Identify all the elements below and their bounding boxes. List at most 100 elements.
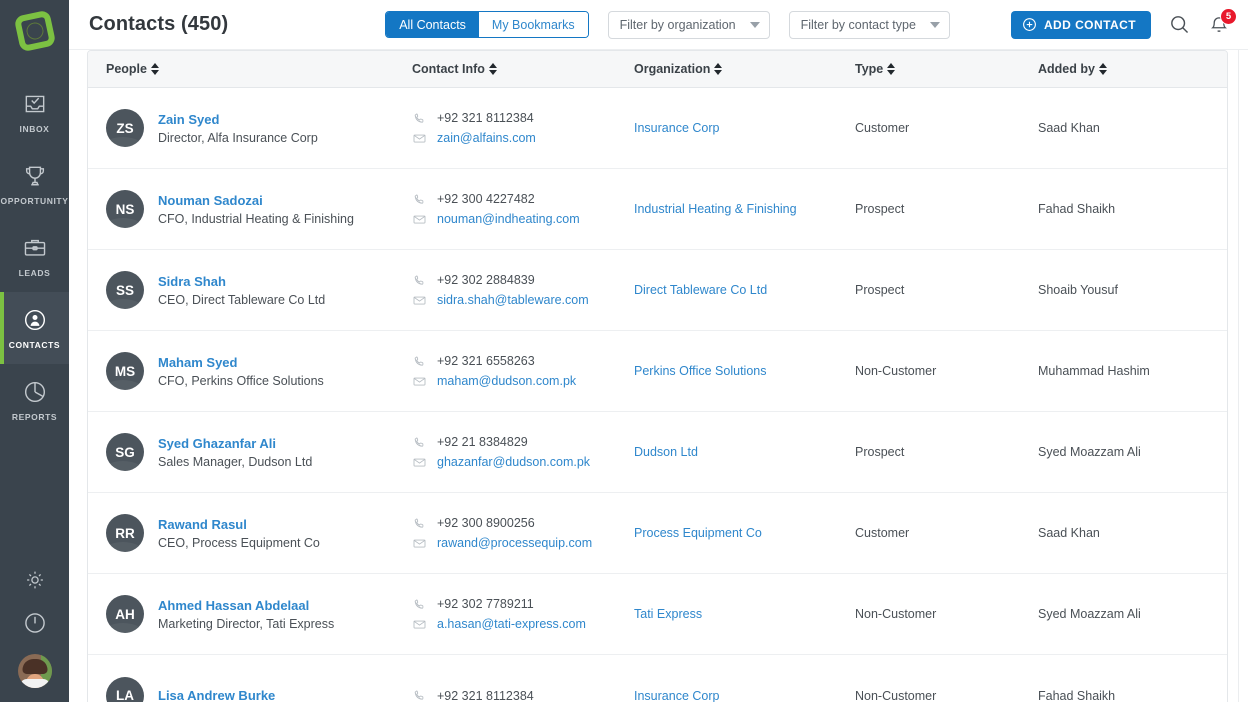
filter-by-organization-select[interactable]: Filter by organization bbox=[607, 10, 770, 39]
cell-added-by: Muhammad Hashim bbox=[1038, 362, 1227, 380]
organization-link[interactable]: Industrial Heating & Finishing bbox=[634, 202, 797, 216]
table-row[interactable]: NS Nouman Sadozai CFO, Industrial Heating … bbox=[88, 169, 1227, 250]
power-icon[interactable] bbox=[22, 610, 48, 636]
contact-email-line[interactable]: ghazanfar@dudson.com.pk bbox=[412, 455, 634, 470]
table-row[interactable]: SG Syed Ghazanfar Ali Sales Manager, Dudso… bbox=[88, 412, 1227, 493]
contact-type: Prospect bbox=[855, 445, 905, 459]
sidebar-item-opportunity[interactable]: OPPORTUNITY bbox=[0, 148, 69, 220]
top-bar: Contacts (450) All Contacts My Bookmarks… bbox=[69, 0, 1248, 50]
avatar-hair bbox=[22, 658, 47, 674]
sidebar-item-reports[interactable]: REPORTS bbox=[0, 364, 69, 436]
contact-name-link[interactable]: Nouman Sadozai bbox=[158, 193, 354, 208]
cell-contact-info: +92 302 2884839 sidra.shah@tableware.com bbox=[412, 273, 634, 308]
contact-email[interactable]: a.hasan@tati-express.com bbox=[437, 617, 586, 631]
cell-type: Customer bbox=[855, 119, 1038, 137]
contact-name-link[interactable]: Lisa Andrew Burke bbox=[158, 688, 275, 702]
tab-all-contacts[interactable]: All Contacts bbox=[386, 12, 479, 37]
contact-person[interactable]: SG Syed Ghazanfar Ali Sales Manager, Dudso… bbox=[106, 433, 412, 471]
phone-icon bbox=[414, 355, 424, 366]
organization-link[interactable]: Insurance Corp bbox=[634, 689, 719, 702]
user-avatar[interactable] bbox=[17, 654, 52, 688]
organization-link[interactable]: Insurance Corp bbox=[634, 121, 719, 135]
envelope-icon bbox=[413, 539, 426, 547]
app-logo[interactable] bbox=[0, 0, 69, 62]
contact-person[interactable]: ZS Zain Syed Director, Alfa Insurance Corp bbox=[106, 109, 412, 147]
contact-name-link[interactable]: Maham Syed bbox=[158, 355, 324, 370]
contact-avatar: RR bbox=[106, 514, 144, 552]
column-header-type[interactable]: Type bbox=[855, 62, 1038, 76]
organization-link[interactable]: Direct Tableware Co Ltd bbox=[634, 283, 767, 297]
contact-email-line[interactable]: maham@dudson.com.pk bbox=[412, 374, 634, 389]
organization-link[interactable]: Perkins Office Solutions bbox=[634, 364, 766, 378]
contact-email[interactable]: ghazanfar@dudson.com.pk bbox=[437, 455, 590, 469]
contact-email[interactable]: maham@dudson.com.pk bbox=[437, 374, 576, 388]
contact-phone: +92 321 8112384 bbox=[437, 688, 534, 702]
briefcase-icon bbox=[24, 239, 45, 256]
table-row[interactable]: SS Sidra Shah CEO, Direct Tableware Co Ltd… bbox=[88, 250, 1227, 331]
chevron-down-icon bbox=[749, 21, 760, 28]
column-header-people[interactable]: People bbox=[88, 62, 412, 76]
contact-person[interactable]: LA Lisa Andrew Burke bbox=[106, 676, 412, 702]
sidebar-item-inbox[interactable]: INBOX bbox=[0, 76, 69, 148]
contact-phone-line[interactable]: +92 300 8900256 bbox=[412, 516, 634, 531]
organization-link[interactable]: Tati Express bbox=[634, 607, 702, 621]
contact-name-link[interactable]: Zain Syed bbox=[158, 112, 318, 127]
table-row[interactable]: LA Lisa Andrew Burke +92 321 8112384 Insura… bbox=[88, 655, 1227, 702]
column-header-organization[interactable]: Organization bbox=[634, 62, 855, 76]
contact-email-line[interactable]: zain@alfains.com bbox=[412, 131, 634, 146]
tab-my-bookmarks[interactable]: My Bookmarks bbox=[478, 12, 588, 37]
cell-contact-info: +92 321 6558263 maham@dudson.com.pk bbox=[412, 354, 634, 389]
contact-identity: Lisa Andrew Burke bbox=[158, 688, 275, 702]
cell-type: Prospect bbox=[855, 200, 1038, 218]
sidebar-item-label: LEADS bbox=[18, 267, 51, 278]
sidebar-item-contacts[interactable]: CONTACTS bbox=[0, 292, 69, 364]
table-row[interactable]: AH Ahmed Hassan Abdelaal Marketing Directo… bbox=[88, 574, 1227, 655]
contact-email-line[interactable]: sidra.shah@tableware.com bbox=[412, 293, 634, 308]
contact-phone-line[interactable]: +92 302 2884839 bbox=[412, 273, 634, 288]
contact-email-line[interactable]: a.hasan@tati-express.com bbox=[412, 617, 634, 632]
table-row[interactable]: MS Maham Syed CFO, Perkins Office Solution… bbox=[88, 331, 1227, 412]
contact-phone-line[interactable]: +92 21 8384829 bbox=[412, 435, 634, 450]
contact-email-line[interactable]: nouman@indheating.com bbox=[412, 212, 634, 227]
contact-name-link[interactable]: Sidra Shah bbox=[158, 274, 325, 289]
table-row[interactable]: ZS Zain Syed Director, Alfa Insurance Corp… bbox=[88, 88, 1227, 169]
cell-contact-info: +92 321 8112384 zain@alfains.com bbox=[412, 111, 634, 146]
add-contact-button[interactable]: ADD CONTACT bbox=[1010, 10, 1151, 39]
contact-person[interactable]: NS Nouman Sadozai CFO, Industrial Heating … bbox=[106, 190, 412, 228]
main-area: Contacts (450) All Contacts My Bookmarks… bbox=[69, 0, 1248, 702]
organization-link[interactable]: Process Equipment Co bbox=[634, 526, 762, 540]
gear-icon[interactable] bbox=[23, 568, 47, 592]
notifications-button[interactable]: 5 bbox=[1208, 7, 1237, 36]
contact-phone-line[interactable]: +92 321 6558263 bbox=[412, 354, 634, 369]
filter-by-contact-type-select[interactable]: Filter by contact type bbox=[788, 10, 950, 39]
contact-person[interactable]: AH Ahmed Hassan Abdelaal Marketing Directo… bbox=[106, 595, 412, 633]
column-label: Type bbox=[855, 62, 884, 76]
cell-type: Prospect bbox=[855, 443, 1038, 461]
contact-name-link[interactable]: Syed Ghazanfar Ali bbox=[158, 436, 312, 451]
table-header-row: People Contact Info Organization Type Ad… bbox=[88, 51, 1227, 88]
contact-person[interactable]: MS Maham Syed CFO, Perkins Office Solution… bbox=[106, 352, 412, 390]
contact-phone-line[interactable]: +92 300 4227482 bbox=[412, 192, 634, 207]
contact-email[interactable]: zain@alfains.com bbox=[437, 131, 536, 145]
organization-link[interactable]: Dudson Ltd bbox=[634, 445, 698, 459]
contact-person[interactable]: SS Sidra Shah CEO, Direct Tableware Co Ltd bbox=[106, 271, 412, 309]
contact-name-link[interactable]: Rawand Rasul bbox=[158, 517, 320, 532]
contact-email[interactable]: nouman@indheating.com bbox=[437, 212, 580, 226]
contact-email-line[interactable]: rawand@processequip.com bbox=[412, 536, 634, 551]
contact-phone-line[interactable]: +92 321 8112384 bbox=[412, 111, 634, 126]
contact-phone-line[interactable]: +92 302 7789211 bbox=[412, 597, 634, 612]
table-row[interactable]: RR Rawand Rasul CEO, Process Equipment Co +… bbox=[88, 493, 1227, 574]
search-button[interactable] bbox=[1168, 13, 1191, 36]
contact-phone-line[interactable]: +92 321 8112384 bbox=[412, 688, 634, 702]
contact-email[interactable]: rawand@processequip.com bbox=[437, 536, 592, 550]
column-header-added-by[interactable]: Added by bbox=[1038, 62, 1227, 76]
contact-person[interactable]: RR Rawand Rasul CEO, Process Equipment Co bbox=[106, 514, 412, 552]
column-header-contact-info[interactable]: Contact Info bbox=[412, 62, 634, 76]
added-by: Shoaib Yousuf bbox=[1038, 283, 1118, 297]
contact-identity: Rawand Rasul CEO, Process Equipment Co bbox=[158, 517, 320, 550]
envelope-icon bbox=[413, 296, 426, 304]
contact-email[interactable]: sidra.shah@tableware.com bbox=[437, 293, 589, 307]
cell-organization: Direct Tableware Co Ltd bbox=[634, 281, 855, 299]
sidebar-item-leads[interactable]: LEADS bbox=[0, 220, 69, 292]
contact-name-link[interactable]: Ahmed Hassan Abdelaal bbox=[158, 598, 334, 613]
